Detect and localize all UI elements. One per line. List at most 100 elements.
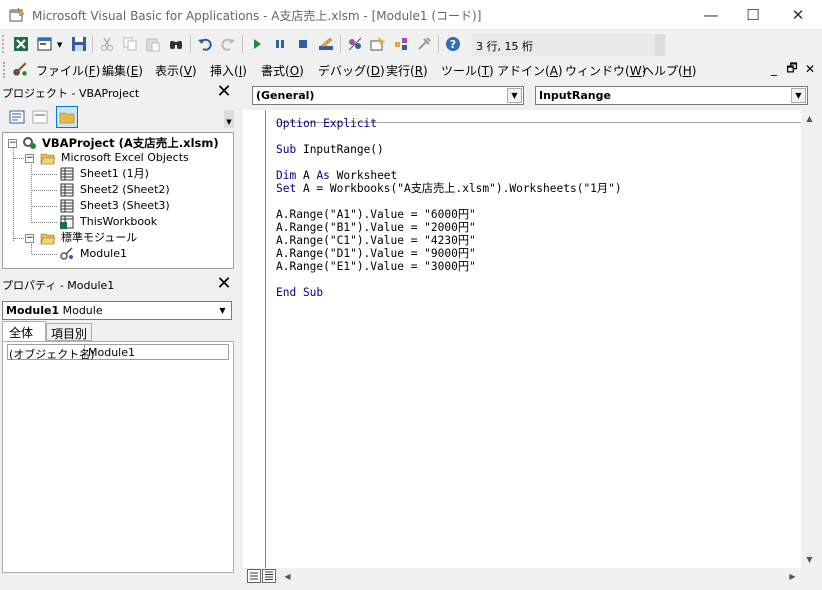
break-icon[interactable]	[269, 33, 291, 55]
project-pane-close-button[interactable]: ✕	[214, 83, 234, 103]
mdi-restore-button[interactable]: 🗗	[784, 61, 800, 77]
menu-item[interactable]: 実行(R)	[386, 62, 428, 79]
code-line[interactable]: Dim A As Worksheet	[276, 169, 397, 182]
collapse-toggle[interactable]: −	[25, 154, 34, 163]
scroll-up-icon[interactable]: ▲	[801, 110, 818, 127]
view-code-icon[interactable]	[6, 106, 28, 128]
chevron-down-icon[interactable]: ▼	[215, 303, 230, 318]
menu-item[interactable]: ツール(T)	[441, 62, 494, 79]
object-combo[interactable]: (General) ▼	[252, 86, 524, 105]
project-explorer-icon[interactable]	[344, 33, 366, 55]
toggle-folders-icon[interactable]	[56, 106, 78, 128]
vertical-scrollbar[interactable]: ▲ ▼	[801, 110, 818, 568]
close-button[interactable]: ✕	[775, 0, 821, 30]
code-line[interactable]: End Sub	[276, 286, 323, 299]
scroll-right-icon[interactable]: ▶	[784, 568, 801, 585]
code-line[interactable]: Set A = Workbooks("A支店売上.xlsm").Workshee…	[276, 182, 622, 195]
standard-toolbar: ▼ ? 3 行, 15 桁	[0, 31, 822, 58]
tree-item-excel-objects[interactable]: Microsoft Excel Objects	[61, 150, 189, 166]
code-line[interactable]: A.Range("B1").Value = "2000円"	[276, 221, 476, 234]
copy-icon[interactable]	[119, 33, 141, 55]
help-icon[interactable]: ?	[442, 33, 464, 55]
menubar-grip[interactable]	[3, 62, 7, 78]
run-icon[interactable]	[246, 33, 268, 55]
object-browser-icon[interactable]	[390, 33, 412, 55]
reset-icon[interactable]	[292, 33, 314, 55]
design-mode-icon[interactable]	[315, 33, 337, 55]
excel-icon[interactable]	[10, 33, 32, 55]
redo-icon[interactable]	[217, 33, 239, 55]
toolbar-grip[interactable]	[2, 35, 6, 53]
menu-item[interactable]: ファイル(F)	[36, 62, 100, 79]
project-pane-title[interactable]: プロジェクト - VBAProject	[0, 82, 238, 104]
chevron-down-icon[interactable]: ▼	[57, 41, 62, 49]
scroll-down-icon[interactable]: ▼	[801, 551, 818, 568]
vba-menu-icon[interactable]	[11, 61, 29, 79]
tree-item-vbaproject[interactable]: VBAProject (A支店売上.xlsm)	[42, 135, 219, 151]
tree-item-sheet3[interactable]: Sheet3 (Sheet3)	[80, 198, 170, 214]
tab-alphabetic[interactable]: 全体	[2, 321, 46, 342]
mdi-minimize-button[interactable]: _	[766, 61, 782, 77]
view-object-icon[interactable]	[29, 106, 51, 128]
title-bar[interactable]: Microsoft Visual Basic for Applications …	[0, 0, 822, 30]
collapse-toggle[interactable]: −	[25, 234, 34, 243]
menu-item[interactable]: ウィンドウ(W)	[565, 62, 646, 79]
pane-toolbar-options[interactable]: ▼	[224, 110, 234, 128]
code-line[interactable]: A.Range("C1").Value = "4230円"	[276, 234, 476, 247]
worksheet-icon	[60, 183, 74, 197]
property-value[interactable]: Module1	[87, 345, 135, 359]
tree-item-sheet1[interactable]: Sheet1 (1月)	[80, 166, 149, 182]
tree-item-thisworkbook[interactable]: ThisWorkbook	[80, 214, 157, 230]
menu-item[interactable]: アドイン(A)	[497, 62, 563, 79]
insert-userform-icon[interactable]	[34, 33, 56, 55]
menu-bar: ファイル(F) 編集(E) 表示(V) 挿入(I) 書式(O) デバッグ(D) 実行(R) ツ…	[0, 58, 822, 82]
chevron-down-icon[interactable]: ▼	[507, 88, 522, 103]
toolbar-options-button[interactable]	[655, 34, 665, 56]
menu-item-label-end: )	[557, 64, 563, 78]
code-line[interactable]: A.Range("A1").Value = "6000円"	[276, 208, 476, 221]
collapse-toggle[interactable]: −	[8, 139, 17, 148]
mdi-close-button[interactable]: ✕	[802, 61, 818, 77]
menu-item-label-end: )	[138, 64, 143, 78]
procedure-view-icon[interactable]	[247, 569, 261, 583]
full-module-view-icon[interactable]	[262, 569, 276, 583]
menu-item[interactable]: デバッグ(D)	[318, 62, 385, 79]
properties-icon[interactable]	[367, 33, 389, 55]
code-line[interactable]: A.Range("D1").Value = "9000円"	[276, 247, 476, 260]
menu-item[interactable]: 編集(E)	[102, 62, 143, 79]
code-keyword: Dim	[276, 169, 303, 182]
tab-categorized[interactable]: 項目別	[46, 323, 92, 341]
properties-pane-title[interactable]: プロパティ - Module1	[0, 274, 238, 296]
object-selector[interactable]: Module1 Module ▼	[2, 301, 232, 320]
property-row[interactable]: (オブジェクト名) Module1	[7, 344, 229, 361]
code-line[interactable]: Sub InputRange()	[276, 143, 384, 156]
menu-item-label: ファイル(	[36, 64, 89, 78]
tree-item-standard-modules[interactable]: 標準モジュール	[61, 230, 137, 246]
project-tree[interactable]: − VBAProject (A支店売上.xlsm) − Microsoft Ex…	[2, 132, 234, 269]
find-icon[interactable]	[165, 33, 187, 55]
code-editor[interactable]: Option Explicit Sub InputRange() Dim A As …	[266, 110, 801, 568]
maximize-button[interactable]: ☐	[730, 0, 776, 30]
tree-item-module1[interactable]: Module1	[80, 246, 127, 262]
code-margin[interactable]	[243, 110, 266, 568]
toolbox-icon[interactable]	[413, 33, 435, 55]
folder-open-icon	[40, 233, 56, 245]
tree-item-sheet2[interactable]: Sheet2 (Sheet2)	[80, 182, 170, 198]
paste-icon[interactable]	[142, 33, 164, 55]
save-icon[interactable]	[68, 33, 90, 55]
menu-item[interactable]: 挿入(I)	[210, 62, 247, 79]
minimize-button[interactable]: —	[688, 0, 734, 30]
code-line[interactable]: A.Range("E1").Value = "3000円"	[276, 260, 476, 273]
undo-icon[interactable]	[194, 33, 216, 55]
tree-line	[13, 148, 14, 241]
menu-item[interactable]: 表示(V)	[155, 62, 197, 79]
menu-item[interactable]: 書式(O)	[261, 62, 304, 79]
scroll-left-icon[interactable]: ◀	[279, 568, 296, 585]
cut-icon[interactable]	[96, 33, 118, 55]
code-line[interactable]: Option Explicit	[276, 117, 377, 130]
menu-item[interactable]: ヘルプ(H)	[642, 62, 696, 79]
menu-item-label-end: )	[379, 64, 385, 78]
chevron-down-icon[interactable]: ▼	[791, 88, 806, 103]
properties-pane-close-button[interactable]: ✕	[214, 275, 234, 295]
procedure-combo[interactable]: InputRange ▼	[535, 86, 808, 105]
